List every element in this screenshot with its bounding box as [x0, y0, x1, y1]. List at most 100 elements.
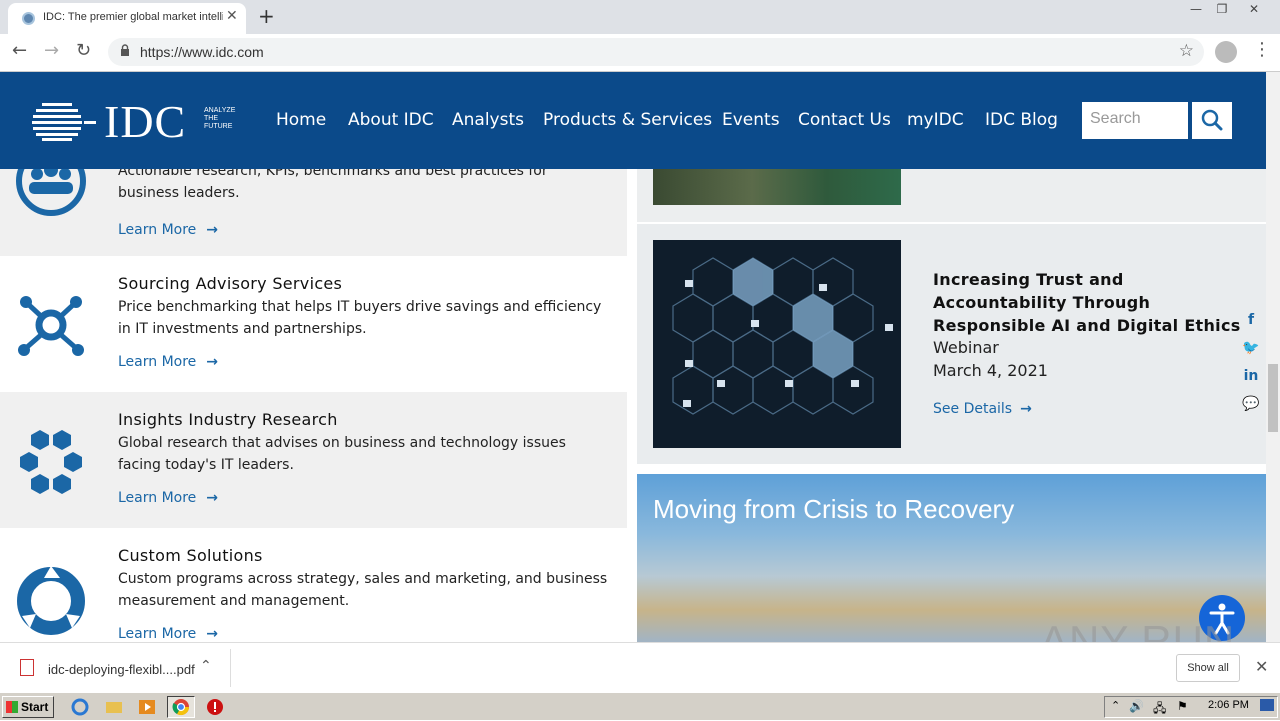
- close-tab-icon[interactable]: ✕: [226, 8, 238, 24]
- watermark-text: ANY RUN: [1040, 617, 1236, 642]
- flag-icon[interactable]: ⚑: [1177, 699, 1188, 713]
- service-description: Global research that advises on business…: [118, 435, 566, 473]
- event-title[interactable]: Increasing Trust and Accountability Thro…: [933, 268, 1243, 337]
- chrome-icon: [172, 699, 190, 716]
- scrollbar-thumb[interactable]: [1268, 364, 1278, 432]
- forward-icon[interactable]: →: [44, 40, 59, 61]
- nav-blog[interactable]: IDC Blog: [985, 110, 1058, 130]
- ie-icon[interactable]: [70, 697, 90, 717]
- cycle-arrows-icon: [17, 566, 85, 635]
- media-player-icon[interactable]: [137, 697, 157, 717]
- nav-events[interactable]: Events: [722, 110, 780, 130]
- nav-products-services[interactable]: Products & Services: [543, 110, 712, 130]
- arrow-right-icon: →: [206, 626, 219, 642]
- site-header: IDC ANALYZE THE FUTURE Home About IDC An…: [0, 72, 1266, 169]
- search-button[interactable]: [1192, 102, 1232, 139]
- logo-tagline: ANALYZE THE FUTURE: [204, 107, 235, 131]
- linkedin-icon[interactable]: in: [1240, 368, 1262, 396]
- service-description: Custom programs across strategy, sales a…: [118, 571, 608, 609]
- network-hub-icon: [18, 296, 84, 356]
- page-viewport: Actionable research, KPIs, benchmarks an…: [0, 72, 1266, 642]
- show-all-button[interactable]: Show all: [1176, 654, 1240, 682]
- pdf-file-icon: [20, 659, 34, 676]
- tagline-line: ANALYZE: [204, 107, 236, 114]
- search-input[interactable]: Search: [1082, 102, 1188, 139]
- chevron-up-icon[interactable]: ⌃: [200, 658, 212, 674]
- lock-icon: [121, 44, 129, 56]
- tray-expand-icon[interactable]: ⌃: [1111, 699, 1120, 712]
- learn-more-label: Learn More: [118, 222, 197, 238]
- learn-more-link[interactable]: Learn More →: [118, 354, 218, 370]
- nav-analysts[interactable]: Analysts: [452, 110, 524, 130]
- see-details-label: See Details: [933, 401, 1013, 417]
- nav-home[interactable]: Home: [276, 110, 326, 130]
- see-details-link[interactable]: See Details →: [933, 401, 1032, 417]
- nav-myidc[interactable]: myIDC: [907, 110, 964, 130]
- taskbar-clock: 2:06 PM: [1208, 699, 1249, 711]
- arrow-right-icon: →: [1020, 401, 1032, 417]
- service-item: Insights Industry Research Global resear…: [0, 392, 627, 528]
- network-icon[interactable]: 🖧: [1153, 699, 1166, 720]
- reload-icon[interactable]: ↻: [76, 40, 91, 61]
- learn-more-label: Learn More: [118, 354, 197, 370]
- favicon-icon: [22, 12, 35, 25]
- minimize-button[interactable]: —: [1182, 0, 1210, 20]
- close-window-button[interactable]: ✕: [1240, 0, 1268, 20]
- download-bar: idc-deploying-flexibl....pdf ⌃ Show all …: [0, 642, 1280, 692]
- browser-tab[interactable]: IDC: The premier global market intellige…: [8, 3, 246, 34]
- url-text: https://www.idc.com: [140, 44, 264, 60]
- arrow-right-icon: →: [206, 490, 219, 506]
- logo-wordmark: IDC: [104, 96, 187, 147]
- learn-more-link[interactable]: Learn More →: [118, 626, 218, 642]
- tagline-line: THE: [204, 115, 218, 122]
- start-button[interactable]: Start: [2, 696, 54, 718]
- windows-taskbar: Start ⌃ 🔊 🖧 ⚑ 2:06 PM: [0, 692, 1280, 720]
- address-bar[interactable]: https://www.idc.com ☆: [108, 38, 1204, 66]
- nav-about[interactable]: About IDC: [348, 110, 434, 130]
- wechat-icon[interactable]: 💬: [1240, 396, 1262, 424]
- back-icon[interactable]: ←: [12, 40, 27, 61]
- arrow-right-icon: →: [206, 222, 219, 238]
- page-scrollbar[interactable]: [1266, 72, 1280, 642]
- banner-heading: Moving from Crisis to Recovery: [653, 494, 1015, 524]
- download-filename[interactable]: idc-deploying-flexibl....pdf: [48, 662, 195, 677]
- stop-icon[interactable]: [205, 697, 225, 717]
- folder-icon[interactable]: [104, 697, 124, 717]
- tab-title: IDC: The premier global market intellige…: [43, 11, 223, 23]
- restore-button[interactable]: ❐: [1208, 0, 1236, 20]
- browser-toolbar: ← → ↻ https://www.idc.com ☆ ⋮: [0, 34, 1280, 72]
- close-download-bar-icon[interactable]: ✕: [1255, 657, 1268, 676]
- event-card: Increasing Trust and Accountability Thro…: [637, 224, 1266, 464]
- globe-logo-icon: [32, 103, 96, 141]
- hexagon-cluster-icon: [20, 430, 82, 494]
- chrome-taskbar-button[interactable]: [167, 696, 195, 718]
- learn-more-label: Learn More: [118, 626, 197, 642]
- tagline-line: FUTURE: [204, 123, 233, 130]
- twitter-icon[interactable]: 🐦: [1240, 340, 1262, 368]
- service-title: Insights Industry Research: [118, 410, 338, 429]
- divider: [230, 649, 231, 687]
- profile-avatar[interactable]: [1215, 41, 1237, 63]
- windows-flag-icon: [6, 701, 18, 713]
- system-tray: ⌃ 🔊 🖧 ⚑: [1104, 696, 1278, 718]
- learn-more-link[interactable]: Learn More →: [118, 222, 218, 238]
- arrow-right-icon: →: [206, 354, 219, 370]
- learn-more-label: Learn More: [118, 490, 197, 506]
- nav-contact[interactable]: Contact Us: [798, 110, 891, 130]
- service-title: Custom Solutions: [118, 546, 263, 565]
- new-tab-button[interactable]: +: [258, 4, 275, 28]
- facebook-icon[interactable]: f: [1240, 312, 1262, 340]
- event-date: March 4, 2021: [933, 361, 1048, 380]
- volume-icon[interactable]: 🔊: [1129, 699, 1144, 713]
- learn-more-link[interactable]: Learn More →: [118, 490, 218, 506]
- browser-menu-icon[interactable]: ⋮: [1253, 39, 1271, 60]
- event-type: Webinar: [933, 338, 999, 357]
- bookmark-star-icon[interactable]: ☆: [1179, 41, 1194, 61]
- service-description: Price benchmarking that helps IT buyers …: [118, 299, 602, 337]
- search-icon: [1201, 109, 1223, 131]
- browser-titlebar: IDC: The premier global market intellige…: [0, 0, 1280, 34]
- service-item: Sourcing Advisory Services Price benchma…: [0, 256, 627, 392]
- event-image[interactable]: [653, 240, 901, 448]
- show-desktop-icon[interactable]: [1260, 699, 1274, 711]
- service-item: Custom Solutions Custom programs across …: [0, 528, 627, 642]
